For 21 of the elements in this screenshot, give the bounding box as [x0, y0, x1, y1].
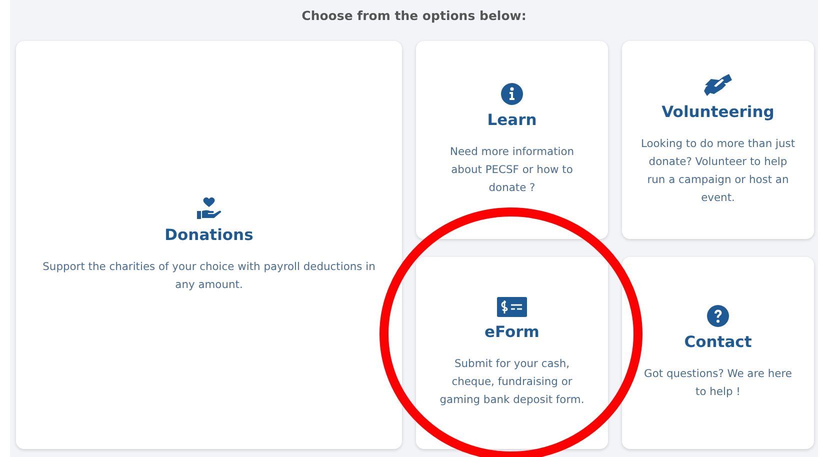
card-title: eForm [484, 323, 540, 341]
card-description: Got questions? We are here to help ! [643, 366, 793, 400]
option-card[interactable]: Donations Support the charities of your choice with payroll deductions in any amount. [16, 41, 402, 449]
option-card[interactable]: eForm Submit for your cash, cheque, fundraising or gaming bank deposit form. [416, 257, 608, 449]
section-heading: Choose from the options below: [300, 8, 528, 23]
option-card[interactable]: Volunteering Looking to do more than just donate? Volunteer to help run a campaign or host an event. [622, 41, 814, 239]
option-card[interactable]: Learn Need more information about PECSF or how to donate ? [416, 41, 608, 239]
card-title: Volunteering [662, 103, 774, 121]
card-description: Submit for your cash, cheque, fundraising or gaming bank deposit form. [438, 356, 586, 408]
card-description: Need more information about PECSF or how to donate ? [448, 144, 576, 196]
card-description: Looking to do more than just donate? Volunteer to help run a campaign or host an event. [640, 136, 796, 206]
heart-hand-icon [196, 196, 222, 220]
question-icon [707, 305, 729, 327]
option-card[interactable]: Contact Got questions? We are here to help ! [622, 257, 814, 449]
info-icon [501, 83, 523, 105]
card-title: Donations [164, 226, 254, 244]
handshake-icon [703, 73, 733, 97]
cheque-icon [497, 297, 527, 317]
card-title: Learn [487, 111, 537, 129]
card-description: Support the charities of your choice with payroll deductions in any amount. [42, 259, 376, 293]
card-title: Contact [684, 333, 752, 351]
